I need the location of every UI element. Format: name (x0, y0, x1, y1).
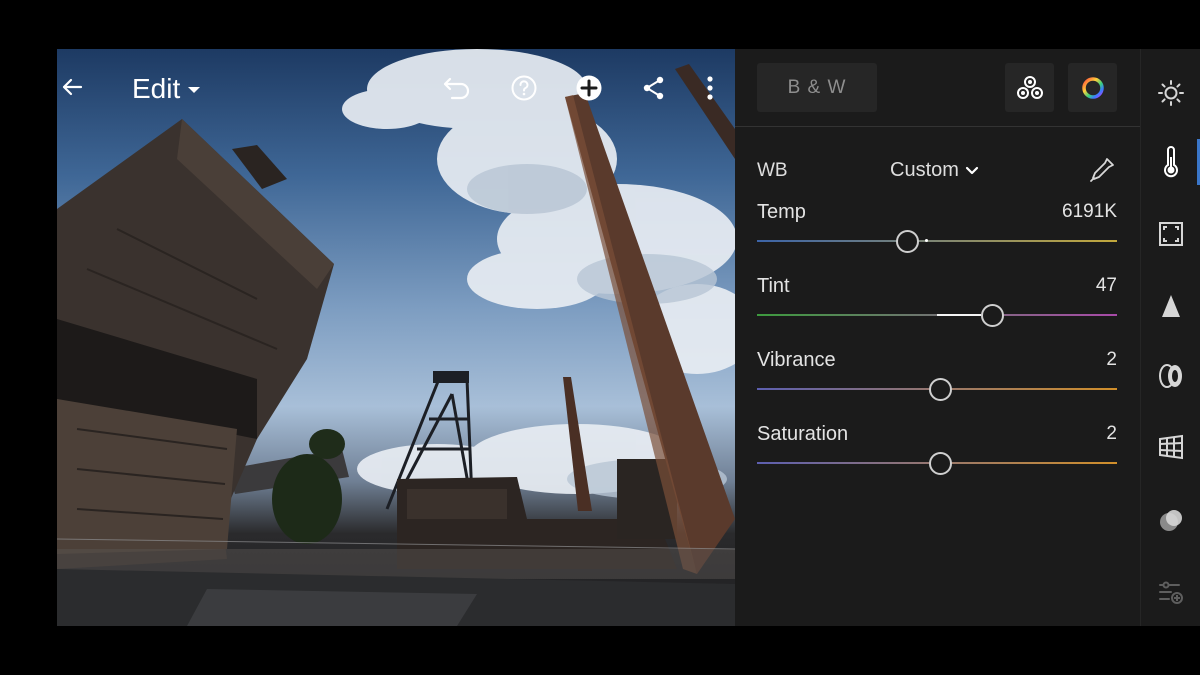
slider-thumb[interactable] (981, 304, 1005, 327)
wb-label: WB (757, 160, 788, 181)
adjust-more-icon (1159, 581, 1183, 604)
rail-item-light[interactable] (1155, 77, 1187, 109)
add-button[interactable] (573, 72, 605, 104)
tint-slider[interactable]: Tint 47 (757, 275, 1119, 335)
rail-item-crop[interactable] (1155, 218, 1187, 250)
slider-thumb[interactable] (929, 452, 953, 475)
slider-default-tick (925, 239, 928, 242)
edit-tools-rail (1140, 49, 1200, 626)
slider-value: 47 (1095, 275, 1117, 296)
vibrance-slider[interactable]: Vibrance 2 (757, 349, 1119, 409)
rail-item-more-adjust[interactable] (1155, 576, 1187, 608)
light-icon (1158, 80, 1184, 106)
help-icon (511, 75, 537, 101)
crop-icon (1159, 222, 1183, 246)
rail-item-detail[interactable] (1155, 505, 1187, 537)
effects-icon (1162, 295, 1180, 317)
temp-slider[interactable]: Temp 6191K (757, 201, 1119, 261)
panel-divider (735, 126, 1140, 127)
slider-label: Tint (757, 275, 790, 297)
presets-button[interactable] (1005, 63, 1054, 112)
color-mix-button[interactable] (1068, 63, 1117, 112)
black-and-white-button[interactable]: B & W (757, 63, 877, 112)
rail-item-geometry[interactable] (1155, 431, 1187, 463)
slider-track[interactable] (757, 240, 1117, 242)
undo-button[interactable] (440, 72, 474, 104)
undo-icon (443, 77, 470, 100)
color-edit-panel: B & W WB Custom Temp 6191K Tint 47 Vibra… (735, 49, 1140, 626)
wb-value: Custom (890, 159, 959, 181)
more-button[interactable] (698, 72, 722, 104)
rail-item-effects[interactable] (1155, 290, 1187, 322)
rail-item-color[interactable] (1155, 146, 1187, 178)
bw-label: B & W (787, 76, 847, 98)
help-button[interactable] (508, 72, 540, 104)
back-button[interactable] (57, 71, 87, 103)
add-icon (576, 75, 602, 101)
white-balance-select[interactable]: Custom (890, 159, 979, 182)
slider-label: Saturation (757, 423, 849, 445)
slider-value: 2 (1106, 349, 1117, 370)
eyedropper-button[interactable] (1087, 155, 1117, 185)
edit-mode-menu[interactable]: Edit (132, 73, 201, 105)
eyedropper-icon (1090, 158, 1114, 182)
lightroom-app: Edit B & W WB Custom Temp 6191K Tint 47 … (0, 0, 1200, 675)
slider-label: Temp (757, 201, 806, 223)
color-mix-icon (1081, 76, 1104, 99)
photo-canvas[interactable]: Edit (57, 49, 735, 626)
slider-value: 2 (1106, 423, 1117, 444)
color-temperature-icon (1164, 146, 1178, 178)
slider-fill (937, 314, 982, 316)
share-button[interactable] (638, 72, 670, 104)
back-arrow-icon (62, 78, 83, 96)
saturation-slider[interactable]: Saturation 2 (757, 423, 1119, 483)
detail-icon (1160, 510, 1182, 531)
edit-title-label: Edit (132, 73, 181, 104)
slider-thumb[interactable] (895, 230, 919, 253)
chevron-down-icon (188, 87, 201, 93)
share-icon (643, 76, 664, 100)
rail-item-lens[interactable] (1155, 360, 1187, 392)
chevron-down-icon (965, 166, 979, 174)
slider-value: 6191K (1062, 201, 1117, 222)
lens-icon (1159, 364, 1182, 388)
slider-label: Vibrance (757, 349, 836, 371)
presets-icon (1016, 75, 1043, 99)
more-vertical-icon (707, 76, 713, 100)
slider-thumb[interactable] (929, 378, 953, 401)
photo-scene (57, 49, 735, 626)
geometry-icon (1159, 434, 1183, 460)
